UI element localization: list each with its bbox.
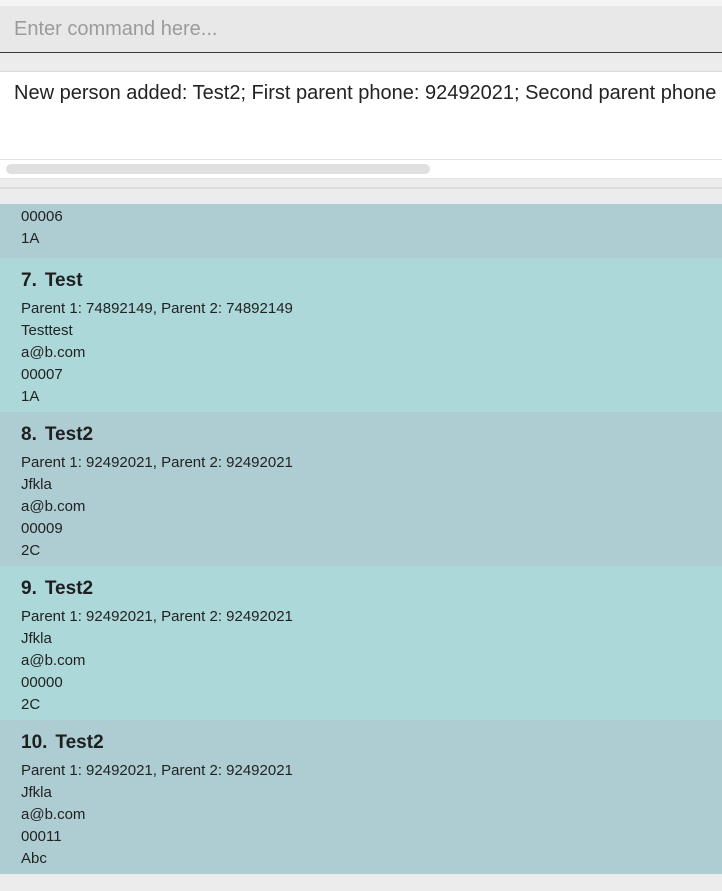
spacer (0, 189, 722, 204)
spacer (0, 53, 722, 71)
person-class: 2C (21, 542, 41, 559)
person-address: Jfkla (21, 784, 52, 801)
command-input[interactable] (0, 6, 722, 52)
person-id: 00006 (21, 208, 63, 225)
person-id: 00000 (21, 674, 63, 691)
person-index: 7. (21, 270, 37, 291)
person-card-partial[interactable]: 00006 1A (0, 204, 722, 258)
person-email: a@b.com (21, 806, 86, 823)
person-id: 00009 (21, 520, 63, 537)
person-phones: Parent 1: 92492021, Parent 2: 92492021 (21, 454, 293, 471)
person-list[interactable]: 00006 1A 7. Test Parent 1: 74892149, Pare… (0, 204, 722, 875)
person-name: Test2 (44, 578, 94, 599)
person-card[interactable]: 7. Test Parent 1: 74892149, Parent 2: 748… (0, 258, 722, 412)
person-index: 9. (21, 578, 37, 599)
person-address: Jfkla (21, 476, 52, 493)
person-phones: Parent 1: 74892149, Parent 2: 74892149 (21, 300, 293, 317)
person-name-row: 7. Test (21, 270, 83, 292)
person-class: 1A (21, 230, 40, 247)
person-class: Abc (21, 850, 47, 867)
person-email: a@b.com (21, 498, 86, 515)
person-name: Test (44, 270, 83, 291)
person-card[interactable]: 10. Test2 Parent 1: 92492021, Parent 2: 9… (0, 720, 722, 874)
command-box (0, 6, 722, 53)
spacer (0, 875, 722, 891)
person-phones: Parent 1: 92492021, Parent 2: 92492021 (21, 608, 293, 625)
person-class: 2C (21, 696, 41, 713)
person-name-row: 8. Test2 (21, 424, 93, 446)
person-id: 00007 (21, 366, 63, 383)
person-name: Test2 (44, 424, 94, 445)
result-message: New person added: Test2; First parent ph… (14, 82, 717, 104)
person-id: 00011 (21, 828, 62, 845)
person-name-row: 10. Test2 (21, 732, 104, 754)
person-card[interactable]: 8. Test2 Parent 1: 92492021, Parent 2: 92… (0, 412, 722, 566)
person-name-row: 9. Test2 (21, 578, 93, 600)
scrollbar-thumb[interactable] (6, 164, 430, 174)
person-card[interactable]: 9. Test2 Parent 1: 92492021, Parent 2: 92… (0, 566, 722, 720)
person-email: a@b.com (21, 344, 86, 361)
person-class: 1A (21, 388, 40, 405)
person-phones: Parent 1: 92492021, Parent 2: 92492021 (21, 762, 293, 779)
person-name: Test2 (55, 732, 104, 753)
person-email: a@b.com (21, 652, 86, 669)
person-index: 8. (21, 424, 37, 445)
spacer (0, 179, 722, 187)
result-display: New person added: Test2; First parent ph… (0, 71, 722, 159)
person-address: Jfkla (21, 630, 52, 647)
person-index: 10. (21, 732, 48, 753)
person-address: Testtest (21, 322, 73, 339)
result-horizontal-scrollbar[interactable] (0, 159, 722, 179)
